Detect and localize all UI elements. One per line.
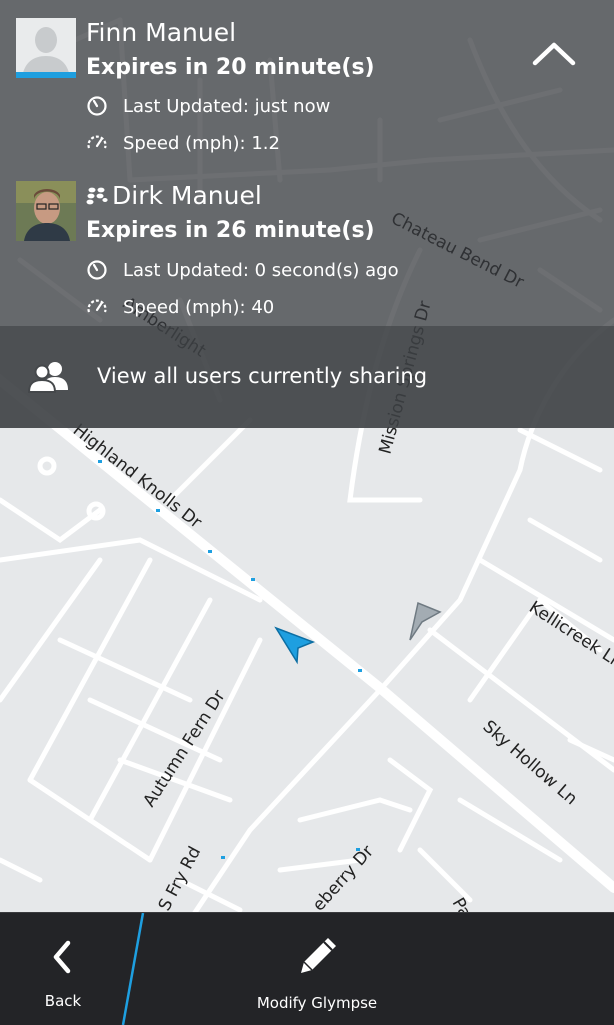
user-name: Finn Manuel bbox=[86, 18, 237, 47]
speed-row: Speed (mph): 1.2 bbox=[86, 130, 280, 156]
pencil-icon bbox=[301, 938, 336, 973]
user-name: Dirk Manuel bbox=[112, 181, 262, 210]
last-updated-text: Last Updated: 0 second(s) ago bbox=[123, 259, 399, 281]
speed-text: Speed (mph): 1.2 bbox=[123, 132, 280, 154]
last-updated-row: Last Updated: 0 second(s) ago bbox=[86, 257, 399, 283]
view-all-users-button[interactable]: View all users currently sharing bbox=[0, 326, 614, 428]
chevron-up-icon bbox=[532, 42, 576, 66]
speed-text: Speed (mph): 40 bbox=[123, 296, 275, 318]
speed-row: Speed (mph): 40 bbox=[86, 294, 274, 320]
modify-glympse-label: Modify Glympse bbox=[256, 994, 378, 1012]
clock-icon bbox=[87, 260, 107, 280]
default-avatar-icon bbox=[16, 18, 76, 78]
photo-avatar-icon bbox=[16, 181, 76, 241]
speedometer-icon bbox=[87, 135, 107, 149]
user-name-row: Dirk Manuel bbox=[86, 181, 262, 210]
bbm-icon bbox=[86, 187, 108, 205]
speedometer-icon bbox=[87, 299, 107, 313]
clock-icon bbox=[87, 96, 107, 116]
last-updated-text: Last Updated: just now bbox=[123, 95, 331, 117]
view-all-label: View all users currently sharing bbox=[97, 364, 428, 388]
expires-text: Expires in 26 minute(s) bbox=[86, 218, 375, 243]
chevron-left-icon bbox=[53, 940, 71, 974]
avatar bbox=[16, 18, 76, 78]
modify-glympse-button[interactable]: Modify Glympse bbox=[180, 913, 454, 1025]
action-bar-divider bbox=[121, 913, 145, 1025]
users-icon bbox=[28, 362, 68, 393]
last-updated-row: Last Updated: just now bbox=[86, 93, 330, 119]
back-button[interactable]: Back bbox=[0, 913, 128, 1025]
avatar-accent-bar bbox=[16, 72, 76, 78]
expires-text: Expires in 20 minute(s) bbox=[86, 55, 375, 80]
collapse-button[interactable] bbox=[526, 28, 582, 78]
avatar bbox=[16, 181, 76, 241]
back-label: Back bbox=[44, 992, 82, 1010]
action-bar: Back Modify Glympse bbox=[0, 912, 614, 1025]
